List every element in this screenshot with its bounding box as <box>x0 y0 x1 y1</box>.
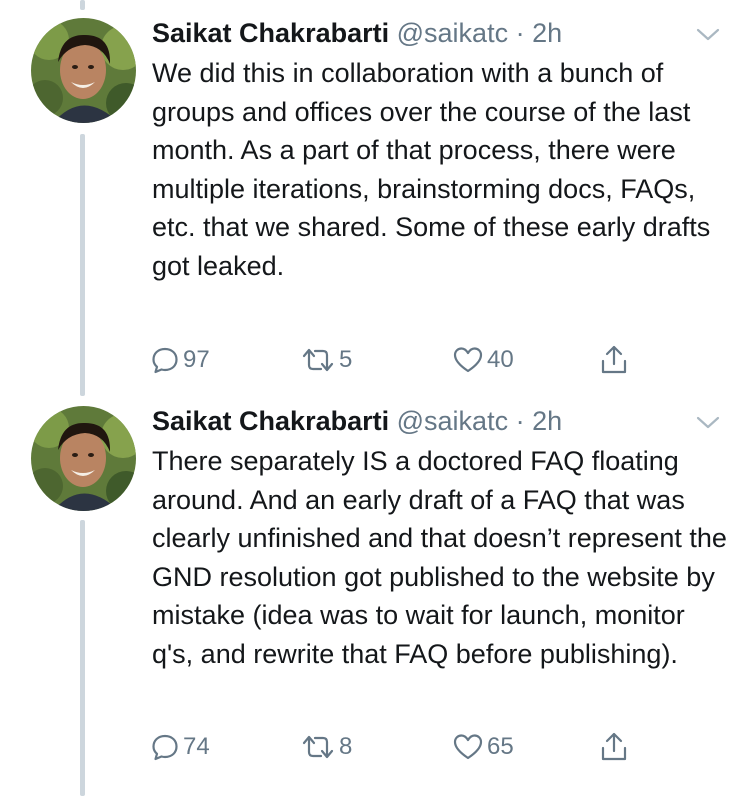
tweet-text: There separately IS a doctored FAQ float… <box>152 446 727 669</box>
reply-button[interactable]: 74 <box>150 727 210 767</box>
like-button[interactable]: 40 <box>452 340 514 380</box>
author-handle[interactable]: @saikatc <box>397 18 508 48</box>
tweet[interactable]: Saikat Chakrabarti @saikatc · 2h We did … <box>0 0 750 395</box>
share-icon <box>598 731 630 763</box>
like-count: 65 <box>487 733 514 760</box>
retweet-count: 5 <box>339 346 353 373</box>
separator: · <box>515 18 525 48</box>
tweet-actions: 74 8 65 <box>150 727 650 767</box>
chevron-down-icon[interactable] <box>696 416 720 430</box>
tweet-actions: 97 5 40 <box>150 340 650 380</box>
timestamp[interactable]: 2h <box>532 406 562 436</box>
retweet-button[interactable]: 8 <box>300 727 352 767</box>
chevron-down-icon[interactable] <box>696 28 720 42</box>
author-handle[interactable]: @saikatc <box>397 406 508 436</box>
tweet-header: Saikat Chakrabarti @saikatc · 2h <box>152 18 562 49</box>
retweet-button[interactable]: 5 <box>300 340 352 380</box>
reply-count: 74 <box>183 733 210 760</box>
avatar[interactable] <box>31 406 136 511</box>
retweet-icon <box>300 732 336 762</box>
author-name[interactable]: Saikat Chakrabarti <box>152 406 389 436</box>
tweet-text: We did this in collaboration with a bunc… <box>152 58 711 281</box>
avatar[interactable] <box>31 18 136 123</box>
retweet-count: 8 <box>339 733 353 760</box>
like-count: 40 <box>487 346 514 373</box>
retweet-icon <box>300 345 336 375</box>
reply-count: 97 <box>183 346 210 373</box>
author-name[interactable]: Saikat Chakrabarti <box>152 18 389 48</box>
share-icon <box>598 344 630 376</box>
share-button[interactable] <box>598 727 630 767</box>
separator: · <box>515 406 525 436</box>
share-button[interactable] <box>598 340 630 380</box>
tweet-header: Saikat Chakrabarti @saikatc · 2h <box>152 406 562 437</box>
reply-button[interactable]: 97 <box>150 340 210 380</box>
reply-icon <box>150 732 180 762</box>
like-button[interactable]: 65 <box>452 727 514 767</box>
tweet[interactable]: Saikat Chakrabarti @saikatc · 2h There s… <box>0 390 750 796</box>
like-icon <box>452 732 484 762</box>
timestamp[interactable]: 2h <box>532 18 562 48</box>
like-icon <box>452 345 484 375</box>
reply-icon <box>150 345 180 375</box>
